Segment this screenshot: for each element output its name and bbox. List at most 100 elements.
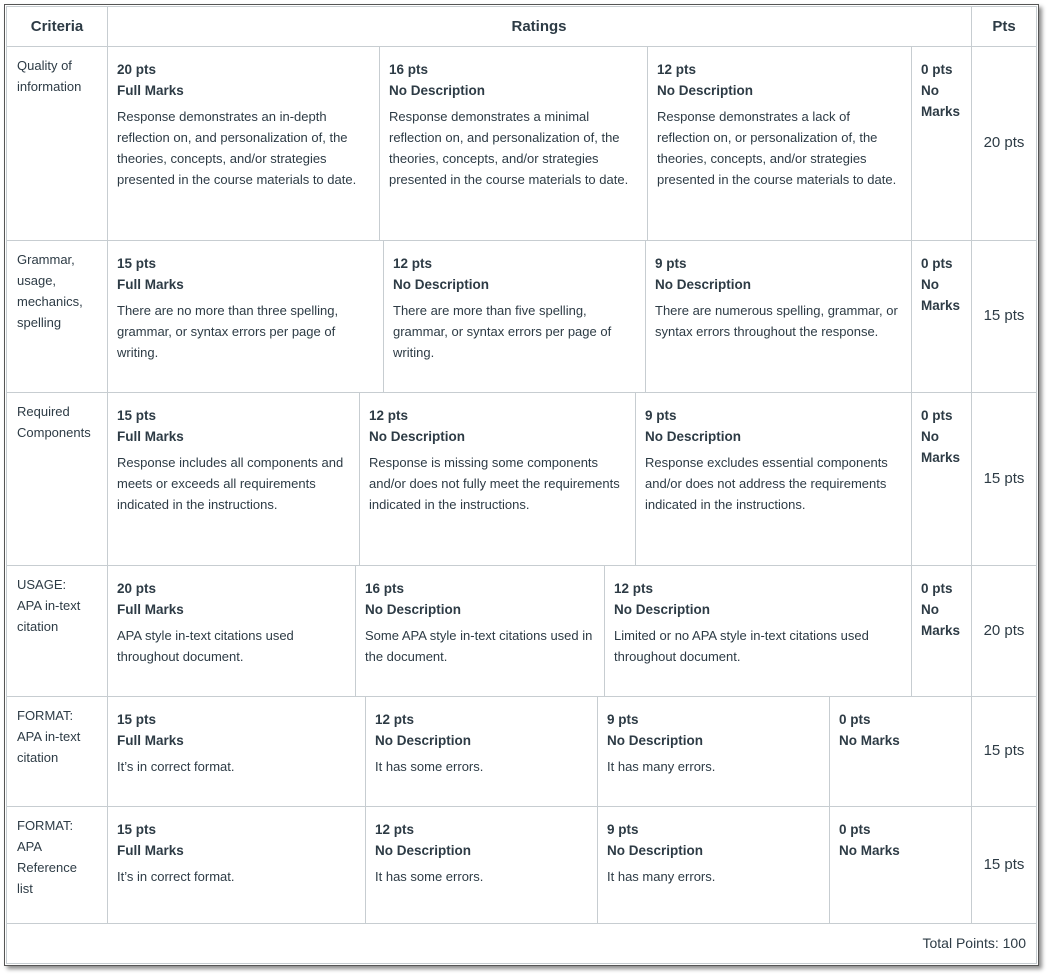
rating-description: Response demonstrates an in-depth reflec… [117, 109, 357, 187]
rating-description: It has many errors. [607, 869, 716, 884]
rating-cell[interactable]: 20 pts Full Marks APA style in-text citati… [117, 578, 347, 667]
rating-points: 15 pts [117, 712, 157, 727]
rating-title: Full Marks [117, 83, 184, 98]
rating-points: 20 pts [117, 62, 157, 77]
rating-divider [383, 241, 384, 392]
rating-cell[interactable]: 15 pts Full Marks It’s in correct format. [117, 819, 357, 887]
rating-points: 15 pts [117, 256, 157, 271]
rating-title: No Description [645, 429, 742, 444]
rating-cell[interactable]: 9 pts No Description It has many errors. [607, 709, 821, 777]
rating-points: 16 pts [365, 581, 405, 596]
rating-description: It has many errors. [607, 759, 716, 774]
rating-divider [597, 807, 598, 923]
rating-description: Response demonstrates a minimal reflecti… [389, 109, 629, 187]
rating-points: 15 pts [117, 822, 157, 837]
rating-points: 0 pts [921, 256, 953, 271]
rating-divider [379, 47, 380, 240]
criteria-header: Criteria [7, 7, 107, 47]
rating-points: 15 pts [117, 408, 157, 423]
rating-title: No Description [614, 602, 711, 617]
row-divider [7, 240, 1036, 241]
row-divider [7, 392, 1036, 393]
rating-cell[interactable]: 16 pts No Description Response demonstrate… [389, 59, 639, 190]
rating-divider [365, 697, 366, 806]
row-divider [7, 806, 1036, 807]
rating-divider [604, 566, 605, 696]
rating-description: Response demonstrates a lack of reflecti… [657, 109, 897, 187]
criterion-points: 15 pts [983, 856, 1025, 873]
row-divider [7, 696, 1036, 697]
rating-cell[interactable]: 0 pts No Marks [839, 819, 964, 861]
rating-description: There are no more than three spelling, g… [117, 303, 339, 360]
rating-cell[interactable]: 0 pts No Marks [921, 59, 964, 122]
rating-divider [911, 241, 912, 392]
rating-divider [647, 47, 648, 240]
rating-cell[interactable]: 9 pts No Description It has many errors. [607, 819, 821, 887]
column-divider [107, 7, 108, 924]
criterion-points: 15 pts [983, 470, 1025, 487]
rating-cell[interactable]: 15 pts Full Marks Response includes all co… [117, 405, 351, 515]
rating-divider [829, 697, 830, 806]
rating-cell[interactable]: 9 pts No Description There are numerous sp… [655, 253, 903, 342]
criterion-label: USAGE: APA in-text citation [17, 577, 81, 634]
rating-cell[interactable]: 12 pts No Description Response is missing … [369, 405, 627, 515]
criterion-label: Grammar, usage, mechanics, spelling [17, 252, 83, 330]
rating-divider [645, 241, 646, 392]
rating-cell[interactable]: 0 pts No Marks [921, 405, 964, 468]
pts-header: Pts [972, 7, 1036, 47]
rating-points: 0 pts [921, 62, 953, 77]
rating-cell[interactable]: 12 pts No Description It has some errors. [375, 709, 589, 777]
rating-points: 0 pts [921, 581, 953, 596]
criterion-label: FORMAT: APA Reference list [17, 818, 77, 896]
rating-cell[interactable]: 0 pts No Marks [839, 709, 964, 751]
rating-points: 9 pts [607, 712, 639, 727]
row-divider [7, 923, 1036, 924]
rating-cell[interactable]: 15 pts Full Marks There are no more than t… [117, 253, 375, 363]
rating-cell[interactable]: 12 pts No Description Response demonstrate… [657, 59, 903, 190]
criterion-label: Quality of information [17, 58, 82, 94]
rubric-window: Criteria Ratings Pts Total Points: 100 Q… [4, 4, 1039, 966]
rating-title: No Description [375, 733, 472, 748]
rating-divider [355, 566, 356, 696]
rating-description: There are numerous spelling, grammar, or… [655, 303, 898, 339]
rating-points: 0 pts [839, 822, 871, 837]
rating-divider [911, 566, 912, 696]
total-points: Total Points: 100 [922, 935, 1026, 951]
rating-title: Full Marks [117, 733, 184, 748]
rating-title: No Description [607, 843, 704, 858]
row-divider [7, 565, 1036, 566]
rating-points: 0 pts [921, 408, 953, 423]
criterion-label: FORMAT: APA in-text citation [17, 708, 81, 765]
rating-divider [635, 393, 636, 565]
rating-divider [911, 393, 912, 565]
rating-cell[interactable]: 12 pts No Description There are more than … [393, 253, 637, 363]
rating-description: It has some errors. [375, 869, 484, 884]
rating-description: Response is missing some components and/… [369, 455, 620, 512]
rating-title: No Description [657, 83, 754, 98]
rating-cell[interactable]: 0 pts No Marks [921, 253, 964, 316]
rating-cell[interactable]: 12 pts No Description It has some errors. [375, 819, 589, 887]
rating-description: APA style in-text citations used through… [117, 628, 294, 664]
rating-cell[interactable]: 0 pts No Marks [921, 578, 964, 641]
criterion-label: Required Components [17, 404, 91, 440]
rating-points: 16 pts [389, 62, 429, 77]
rating-points: 9 pts [645, 408, 677, 423]
rating-points: 12 pts [375, 822, 415, 837]
rating-cell[interactable]: 16 pts No Description Some APA style in-te… [365, 578, 596, 667]
rating-title: Full Marks [117, 277, 184, 292]
rating-title: No Marks [839, 733, 900, 748]
rating-description: It has some errors. [375, 759, 484, 774]
criterion-points: 15 pts [983, 742, 1025, 759]
criterion-points: 20 pts [983, 134, 1025, 151]
criterion-points: 15 pts [983, 307, 1025, 324]
rating-description: Some APA style in-text citations used in… [365, 628, 593, 664]
rating-cell[interactable]: 9 pts No Description Response excludes ess… [645, 405, 903, 515]
rating-divider [597, 697, 598, 806]
rating-title: No Description [393, 277, 490, 292]
criterion-points: 20 pts [983, 622, 1025, 639]
rating-cell[interactable]: 12 pts No Description Limited or no APA st… [614, 578, 903, 667]
rating-points: 9 pts [607, 822, 639, 837]
rating-cell[interactable]: 15 pts Full Marks It’s in correct format. [117, 709, 357, 777]
rating-cell[interactable]: 20 pts Full Marks Response demonstrates an… [117, 59, 371, 190]
rating-divider [829, 807, 830, 923]
